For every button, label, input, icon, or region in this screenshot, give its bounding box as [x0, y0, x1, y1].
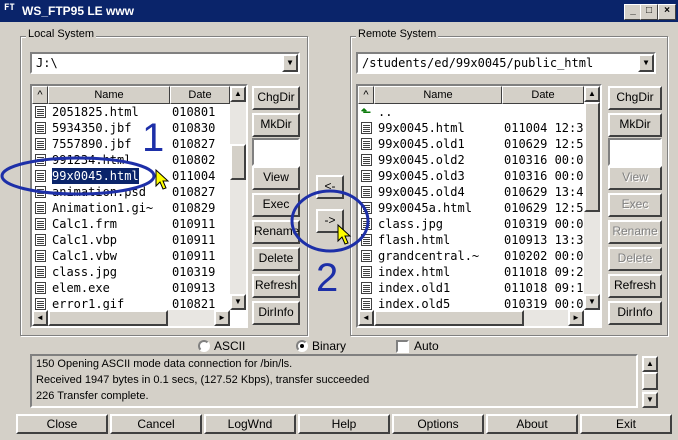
mouse-cursor-icon [337, 223, 352, 245]
annotation-step-1: 1 [142, 116, 165, 160]
annotation-overlay [0, 156, 370, 253]
annotation-circle-local [0, 156, 156, 196]
annotation-circle-transfer [290, 189, 370, 253]
mouse-cursor-icon [155, 168, 170, 190]
annotation-step-2: 2 [316, 256, 339, 300]
